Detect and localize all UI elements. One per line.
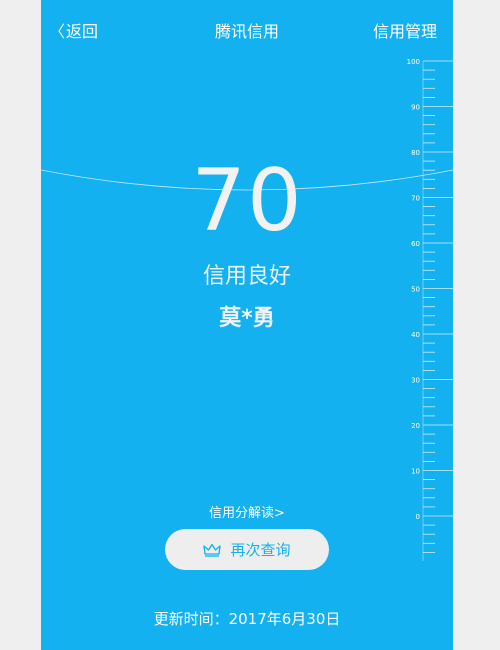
requery-label: 再次查询: [230, 541, 291, 559]
credit-screen: 〈 返回 腾讯信用 信用管理 70 信用良好 莫*勇 100 90 80 70 60 50…: [41, 0, 453, 650]
user-name: 莫*勇: [219, 306, 275, 331]
ruler-label: 20: [411, 422, 420, 430]
update-time: 更新时间：2017年6月30日: [41, 608, 453, 629]
ruler-label: 40: [411, 331, 420, 339]
ruler-label: 50: [411, 286, 420, 294]
ruler-label: 80: [411, 149, 420, 157]
navigation-bar: 〈 返回 腾讯信用 信用管理: [41, 0, 453, 56]
ruler-label: 90: [411, 104, 420, 112]
ruler-label: 60: [411, 240, 420, 248]
update-date: 2017年6月30日: [228, 610, 341, 628]
ruler-label: 100: [407, 58, 420, 66]
credit-explain-link[interactable]: 信用分解读>: [41, 502, 453, 521]
crown-icon: [203, 543, 222, 557]
score-ruler: 1009080706050403020100: [407, 58, 453, 561]
update-prefix: 更新时间：: [153, 610, 229, 628]
ruler-label: 70: [411, 195, 420, 203]
credit-manage-link[interactable]: 信用管理: [373, 18, 437, 42]
credit-score: 70: [191, 151, 303, 251]
ruler-label: 10: [411, 468, 420, 476]
ruler-label: 30: [411, 377, 420, 385]
requery-button[interactable]: 再次查询: [165, 529, 329, 570]
credit-level: 信用良好: [202, 264, 291, 289]
